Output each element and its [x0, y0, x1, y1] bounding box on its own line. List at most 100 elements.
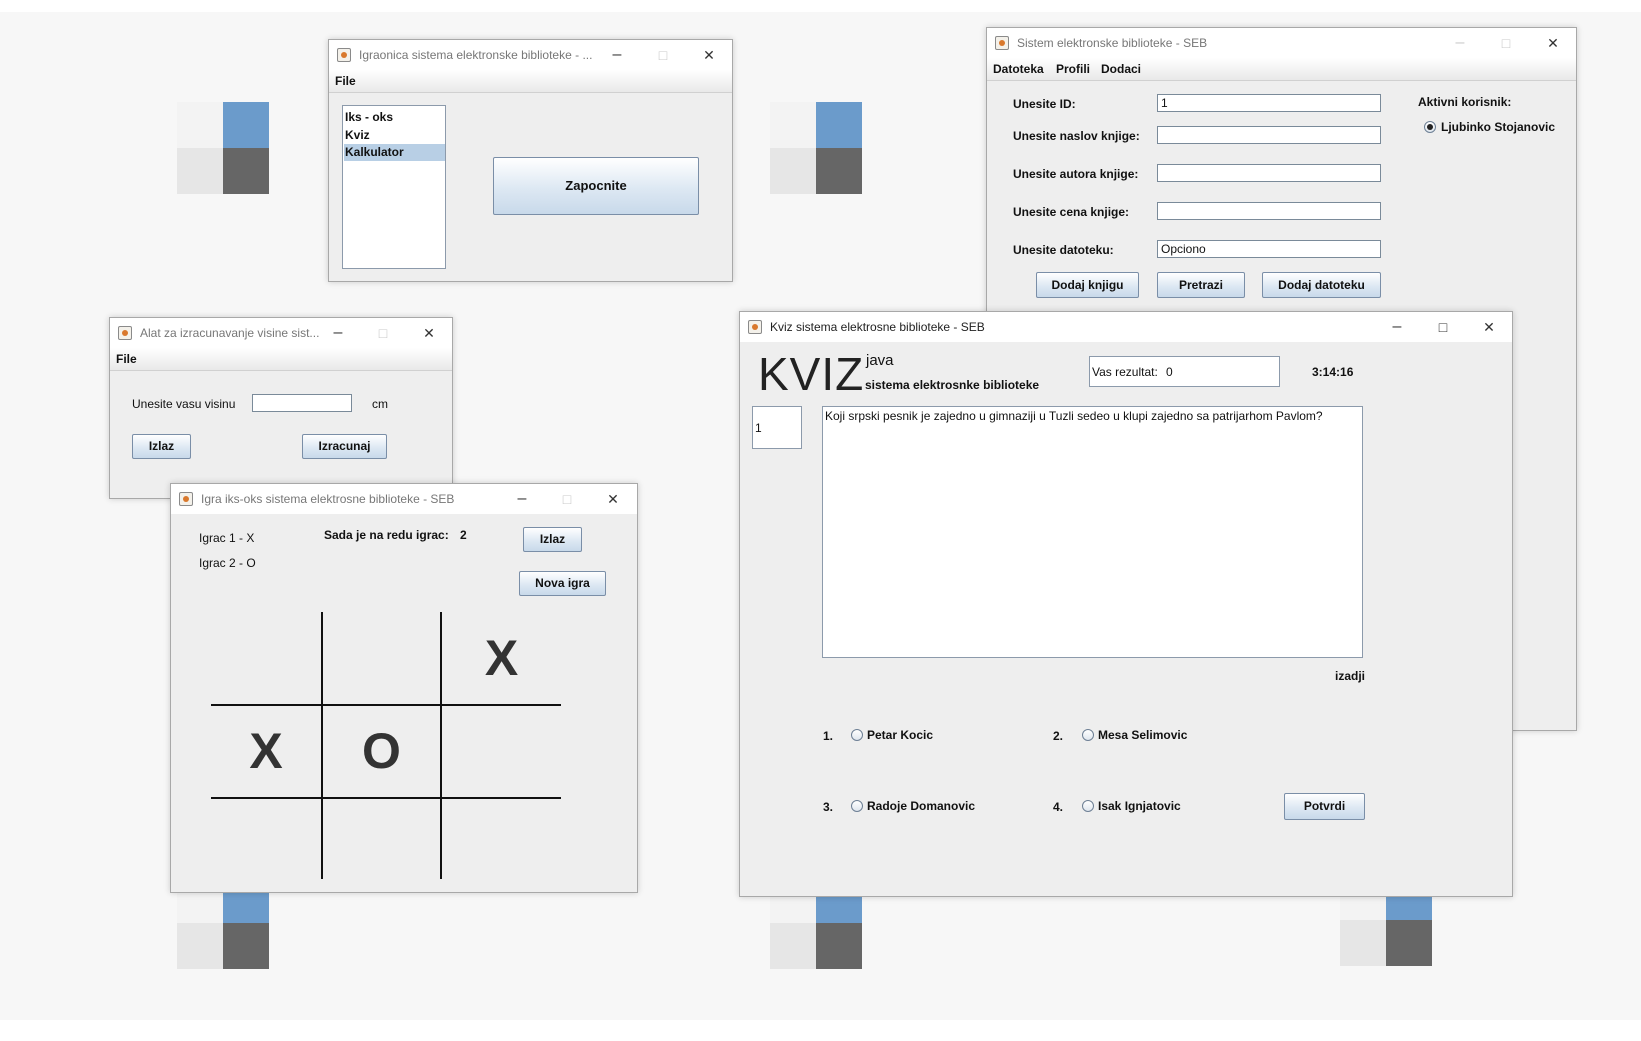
- playroom-window: Igraonica sistema elektronske biblioteke…: [328, 39, 733, 282]
- java-app-icon: [179, 492, 193, 506]
- minimize-icon[interactable]: –: [327, 322, 349, 344]
- game-list[interactable]: Iks - oks Kviz Kalkulator: [342, 105, 446, 269]
- file-label: Unesite datoteku:: [1013, 243, 1114, 257]
- height-titlebar[interactable]: Alat za izracunavanje visine sist... – □…: [110, 318, 452, 348]
- library-titlebar[interactable]: Sistem elektronske biblioteke - SEB – □ …: [987, 28, 1576, 58]
- id-label: Unesite ID:: [1013, 97, 1076, 111]
- calculate-button[interactable]: Izracunaj: [302, 434, 387, 459]
- board-cell[interactable]: X: [442, 612, 561, 704]
- maximize-icon[interactable]: □: [652, 44, 674, 66]
- height-prompt-label: Unesite vasu visinu: [132, 397, 236, 411]
- answer-number: 2.: [1053, 729, 1064, 743]
- maximize-icon[interactable]: □: [1495, 32, 1517, 54]
- add-book-button[interactable]: Dodaj knjigu: [1036, 272, 1139, 298]
- java-app-icon: [337, 48, 351, 62]
- library-window-title: Sistem elektronske biblioteke - SEB: [1017, 36, 1208, 50]
- height-input[interactable]: [252, 394, 352, 412]
- library-menubar: Datoteka Profili Dodaci: [987, 58, 1576, 81]
- quiz-logo: KVIZ: [758, 348, 865, 400]
- height-calculator-window: Alat za izracunavanje visine sist... – □…: [109, 317, 453, 499]
- unit-label: cm: [372, 397, 388, 411]
- answer-radio[interactable]: [1082, 800, 1094, 812]
- desktop-tile: [770, 102, 862, 194]
- board-cell[interactable]: [442, 706, 561, 797]
- menu-file[interactable]: File: [335, 74, 356, 88]
- answer-text[interactable]: Mesa Selimovic: [1098, 728, 1187, 742]
- menu-profili[interactable]: Profili: [1056, 62, 1090, 76]
- close-icon[interactable]: ✕: [698, 44, 720, 66]
- desktop-tile: [177, 102, 269, 194]
- score-value: 0: [1166, 365, 1173, 379]
- tictactoe-window: Igra iks-oks sistema elektrosne bibliote…: [170, 483, 638, 893]
- menu-datoteka[interactable]: Datoteka: [993, 62, 1044, 76]
- height-menubar: File: [110, 348, 452, 371]
- minimize-icon[interactable]: –: [511, 488, 533, 510]
- exit-button[interactable]: Izlaz: [523, 527, 582, 552]
- active-user-label: Aktivni korisnik:: [1418, 95, 1512, 109]
- list-item[interactable]: Iks - oks: [344, 109, 445, 125]
- new-game-button[interactable]: Nova igra: [519, 571, 606, 596]
- turn-label: Sada je na redu igrac:: [324, 528, 449, 542]
- answer-radio[interactable]: [851, 800, 863, 812]
- board-cell[interactable]: [323, 799, 440, 879]
- answer-number: 1.: [823, 729, 834, 743]
- id-input[interactable]: 1: [1157, 94, 1381, 112]
- search-button[interactable]: Pretrazi: [1157, 272, 1245, 298]
- quiz-titlebar[interactable]: Kviz sistema elektrosne biblioteke - SEB…: [740, 312, 1512, 342]
- close-icon[interactable]: ✕: [1478, 316, 1500, 338]
- answer-radio[interactable]: [1082, 729, 1094, 741]
- answer-text[interactable]: Radoje Domanovic: [867, 799, 975, 813]
- player2-label: Igrac 2 - O: [199, 556, 256, 570]
- turn-value: 2: [460, 528, 467, 542]
- close-icon[interactable]: ✕: [1542, 32, 1564, 54]
- logo-subtitle-java: java: [866, 352, 894, 369]
- question-text: Koji srpski pesnik je zajedno u gimnazij…: [825, 409, 1323, 423]
- board-cell[interactable]: X: [211, 706, 321, 797]
- minimize-icon[interactable]: –: [1449, 32, 1471, 54]
- menu-dodaci[interactable]: Dodaci: [1101, 62, 1141, 76]
- exit-button[interactable]: Izlaz: [132, 434, 191, 459]
- price-label: Unesite cena knjige:: [1013, 205, 1130, 219]
- active-user-radio[interactable]: [1424, 121, 1436, 133]
- board-cell[interactable]: [442, 799, 561, 879]
- score-label: Vas rezultat:: [1092, 365, 1158, 379]
- answer-text[interactable]: Isak Ignjatovic: [1098, 799, 1181, 813]
- tictactoe-titlebar[interactable]: Igra iks-oks sistema elektrosne bibliote…: [171, 484, 637, 514]
- add-file-button[interactable]: Dodaj datoteku: [1262, 272, 1381, 298]
- confirm-button[interactable]: Potvrdi: [1284, 793, 1365, 820]
- title-label: Unesite naslov knjige:: [1013, 129, 1140, 143]
- playroom-titlebar[interactable]: Igraonica sistema elektronske biblioteke…: [329, 40, 732, 70]
- answer-text[interactable]: Petar Kocic: [867, 728, 933, 742]
- logo-subtitle-system: sistema elektrosnke biblioteke: [865, 378, 1040, 392]
- tictactoe-window-title: Igra iks-oks sistema elektrosne bibliote…: [201, 492, 455, 506]
- question-number: 1: [755, 421, 762, 435]
- close-icon[interactable]: ✕: [418, 322, 440, 344]
- board-cell[interactable]: [211, 612, 321, 704]
- maximize-icon[interactable]: □: [372, 322, 394, 344]
- timer-label: 3:14:16: [1312, 365, 1354, 379]
- maximize-icon[interactable]: □: [556, 488, 578, 510]
- menu-file[interactable]: File: [116, 352, 137, 366]
- playroom-menubar: File: [329, 70, 732, 93]
- minimize-icon[interactable]: –: [1386, 316, 1408, 338]
- minimize-icon[interactable]: –: [606, 44, 628, 66]
- java-app-icon: [748, 320, 762, 334]
- author-label: Unesite autora knjige:: [1013, 167, 1139, 181]
- board-cell[interactable]: [211, 799, 321, 879]
- quiz-window: Kviz sistema elektrosne biblioteke - SEB…: [739, 311, 1513, 897]
- start-button[interactable]: Zapocnite: [493, 157, 699, 215]
- java-app-icon: [995, 36, 1009, 50]
- author-input[interactable]: [1157, 164, 1381, 182]
- book-title-input[interactable]: [1157, 126, 1381, 144]
- list-item-selected[interactable]: Kalkulator: [344, 144, 445, 161]
- close-icon[interactable]: ✕: [602, 488, 624, 510]
- question-textarea[interactable]: Koji srpski pesnik je zajedno u gimnazij…: [822, 406, 1363, 658]
- list-item[interactable]: Kviz: [344, 127, 445, 143]
- price-input[interactable]: [1157, 202, 1381, 220]
- file-input[interactable]: Opciono: [1157, 240, 1381, 258]
- board-cell[interactable]: O: [323, 706, 440, 797]
- answer-radio[interactable]: [851, 729, 863, 741]
- maximize-icon[interactable]: □: [1432, 316, 1454, 338]
- exit-link[interactable]: izadji: [1335, 669, 1365, 683]
- board-cell[interactable]: [323, 612, 440, 704]
